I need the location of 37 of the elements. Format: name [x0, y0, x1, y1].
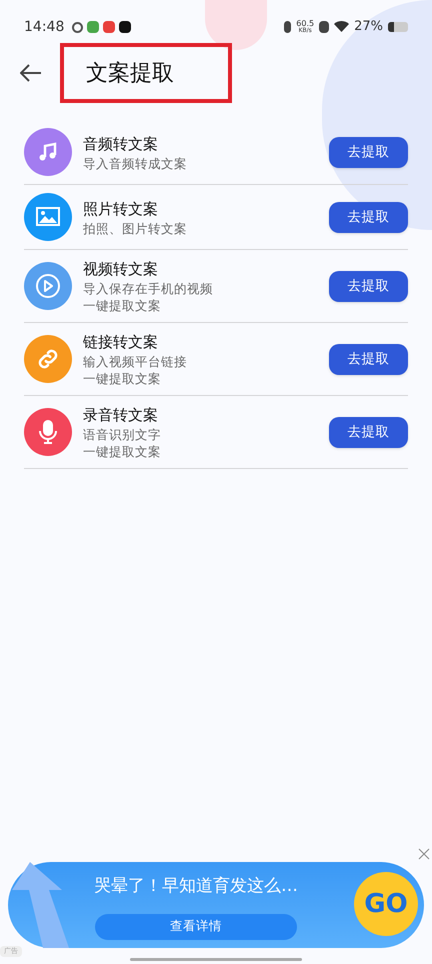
- details-button[interactable]: 查看详情: [95, 914, 297, 940]
- item-title: 音频转文案: [83, 134, 159, 154]
- ad-banner[interactable]: 哭晕了！早知道育发这么… 查看详情 GO: [8, 862, 424, 948]
- item-title: 链接转文案: [83, 332, 159, 353]
- go-badge-text: GO: [364, 888, 408, 920]
- item-title: 视频转文案: [83, 259, 159, 280]
- go-badge[interactable]: GO: [354, 872, 418, 936]
- extract-button[interactable]: 去提取: [329, 270, 408, 302]
- battery-icon: [388, 22, 408, 32]
- extract-button[interactable]: 去提取: [329, 136, 408, 168]
- vibrate-icon: [284, 21, 292, 33]
- status-time: 14:48: [24, 18, 64, 36]
- item-description: 导入保存在手机的视频: [83, 280, 214, 297]
- item-title: 录音转文案: [83, 405, 159, 426]
- item-description: 导入音频转成文案: [83, 154, 188, 172]
- ad-headline: 哭晕了！早知道育发这么…: [94, 875, 298, 898]
- app-icon: [87, 21, 100, 33]
- item-description: 一键提取文案: [83, 297, 162, 314]
- battery-percent: 27%: [354, 18, 383, 36]
- app-icon: [72, 22, 84, 32]
- item-description: 输入视频平台链接: [83, 353, 188, 370]
- back-arrow-icon[interactable]: [20, 64, 42, 82]
- app-icon: [103, 21, 116, 33]
- sim-icon: [319, 21, 330, 33]
- app-icon: [119, 21, 132, 33]
- extract-button[interactable]: 去提取: [329, 344, 408, 374]
- item-title: 照片转文案: [83, 198, 159, 220]
- extract-button[interactable]: 去提取: [329, 416, 408, 448]
- close-icon[interactable]: [418, 848, 430, 860]
- page-title: 文案提取: [86, 60, 174, 88]
- item-description: 一键提取文案: [83, 443, 162, 460]
- extract-button[interactable]: 去提取: [329, 202, 408, 232]
- wifi-icon: [334, 21, 350, 33]
- network-speed: 60.5: [296, 20, 314, 28]
- item-description: 语音识别文字: [83, 426, 162, 443]
- item-description: 拍照、图片转文案: [83, 220, 188, 236]
- item-description: 一键提取文案: [83, 370, 162, 387]
